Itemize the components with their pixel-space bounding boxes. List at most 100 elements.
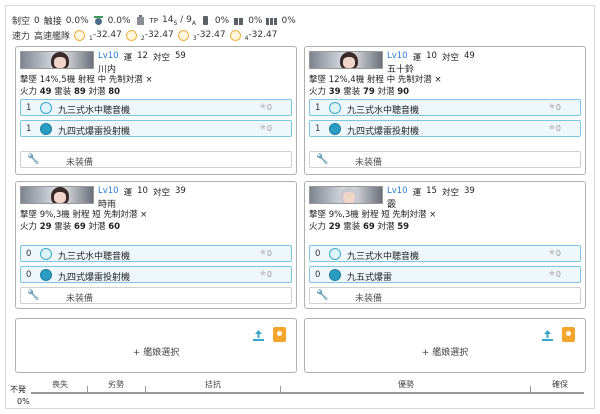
equip-name: 九四式爆雷投射機: [58, 273, 131, 283]
star-icon: ★: [258, 123, 267, 133]
cc-icon: [266, 18, 278, 25]
aa-label: 対空: [441, 53, 459, 63]
sonar-icon: [329, 248, 341, 260]
improvement-level: 0: [266, 270, 272, 279]
formation-2-icon: [125, 30, 137, 41]
aa-value: 39: [463, 186, 475, 196]
equip-slot-2[interactable]: 1 九四式爆雷投射機 ★ 0: [20, 120, 292, 137]
formation-2-value: 2-32.47: [140, 29, 174, 42]
equip-slot-1[interactable]: 1 九三式水中聴音機 ★ 0: [20, 99, 292, 116]
luck-value: 15: [426, 186, 437, 196]
drum-icon: [202, 16, 208, 25]
equip-name: 九四式爆雷投射機: [347, 127, 420, 137]
ship-banner-4: [309, 186, 383, 204]
tp-label: TP: [149, 16, 159, 25]
formation-3-icon: [177, 30, 189, 41]
star-icon: ★: [258, 102, 267, 112]
ship-detail-line: 撃墜 12%,4機 射程 中 先制対潜 ×: [309, 75, 442, 85]
select-ship-label: + 艦娘選択: [421, 348, 469, 358]
equip-name: 九三式水中聴音機: [58, 252, 131, 262]
daihatsu-value: 0%: [248, 15, 263, 26]
empty-slot[interactable]: 🔧 未装備: [309, 287, 581, 304]
slot-count: 1: [315, 103, 321, 113]
upload-icon[interactable]: [541, 329, 554, 342]
lock-icon[interactable]: [562, 327, 575, 342]
daihatsu-icon: [234, 18, 244, 25]
empty-slot-label: 未装備: [66, 158, 94, 168]
shokusetsu-label: 触接: [43, 17, 62, 27]
aa-label: 対空: [152, 188, 170, 198]
ship-card-3[interactable]: Lv10 運 10 対空 39 時雨 撃墜 9%,3機 射程 短 先制対潜 × …: [15, 181, 297, 309]
aa-label: 対空: [152, 53, 170, 63]
depth-charge-icon: [40, 269, 52, 281]
slot-count: 0: [26, 249, 32, 259]
formation-1-icon: [74, 30, 86, 41]
equip-name: 九三式水中聴音機: [58, 106, 131, 116]
formation-4-icon: [229, 30, 241, 41]
empty-slot-label: 未装備: [66, 294, 94, 304]
slot-count: 0: [26, 270, 32, 280]
formation-3-value: 3-32.47: [192, 29, 226, 42]
equip-name: 九三式水中聴音機: [347, 252, 420, 262]
empty-slot-label: 未装備: [355, 158, 383, 168]
sonar-icon: [329, 102, 341, 114]
equip-slot-2[interactable]: 0 九四式爆雷投射機 ★ 0: [20, 266, 292, 283]
bar-tick: [530, 386, 531, 393]
luck-label: 運: [123, 53, 133, 63]
ase-value: 0.0%: [107, 15, 131, 26]
seiku-label: 制空: [12, 17, 31, 27]
upload-icon[interactable]: [252, 329, 265, 342]
equip-slot-1[interactable]: 0 九三式水中聴音機 ★ 0: [20, 245, 292, 262]
sonar-icon: [40, 248, 52, 260]
equip-slot-1[interactable]: 0 九三式水中聴音機 ★ 0: [309, 245, 581, 262]
equip-name: 九四式爆雷投射機: [58, 127, 131, 137]
empty-slot[interactable]: 🔧 未装備: [309, 151, 581, 168]
sonar-icon: [40, 102, 52, 114]
luck-label: 運: [412, 188, 422, 198]
speed-value: 高速艦隊: [34, 32, 71, 42]
equip-slot-1[interactable]: 1 九三式水中聴音機 ★ 0: [309, 99, 581, 116]
wrench-icon: 🔧: [27, 154, 40, 165]
improvement-level: 0: [555, 249, 561, 258]
formation-4-value: 4-32.47: [244, 29, 278, 42]
star-icon: ★: [258, 248, 267, 258]
bar-tick: [145, 386, 146, 393]
slot-count: 1: [26, 124, 32, 134]
empty-slot[interactable]: 🔧 未装備: [20, 151, 292, 168]
formation-1-value: 1-32.47: [89, 29, 122, 42]
ship-card-1[interactable]: Lv10 運 12 対空 59 川内 撃墜 14%,5機 射程 中 先制対潜 ×…: [15, 46, 297, 175]
fail-value: 0%: [17, 397, 30, 406]
select-ship-label: + 艦娘選択: [132, 348, 180, 358]
wrench-icon: 🔧: [316, 154, 329, 165]
ship-firepower-line: 火力 29 雷装 69 対潜 60: [20, 222, 121, 232]
segment-label: 拮抗: [205, 380, 221, 389]
ship-card-2[interactable]: Lv10 運 10 対空 49 五十鈴 撃墜 12%,4機 射程 中 先制対潜 …: [304, 46, 586, 175]
improvement-level: 0: [266, 103, 272, 112]
ship-detail-line: 撃墜 9%,3機 射程 短 先制対潜 ×: [20, 210, 148, 220]
ship-stats-row: Lv10 運 15 対空 39: [387, 186, 475, 198]
fail-label: 不発: [10, 385, 26, 394]
equip-slot-2[interactable]: 0 九五式爆雷 ★ 0: [309, 266, 581, 283]
ship-firepower-line: 火力 29 雷装 69 対潜 59: [309, 222, 410, 232]
star-icon: ★: [547, 269, 556, 279]
air-state-bar: [31, 392, 584, 395]
star-icon: ★: [547, 123, 556, 133]
seiku-value: 0: [34, 15, 40, 26]
aa-label: 対空: [441, 188, 459, 198]
ship-detail-line: 撃墜 9%,3機 射程 短 先制対潜 ×: [309, 210, 437, 220]
star-icon: ★: [258, 269, 267, 279]
ship-detail-line: 撃墜 14%,5機 射程 中 先制対潜 ×: [20, 75, 153, 85]
empty-slot[interactable]: 🔧 未装備: [20, 287, 292, 304]
ase-icon: [93, 16, 103, 25]
lock-icon[interactable]: [273, 327, 286, 342]
segment-label: 確保: [552, 380, 568, 389]
aa-value: 49: [463, 51, 475, 61]
ship-card-4[interactable]: Lv10 運 15 対空 39 霰 撃墜 9%,3機 射程 短 先制対潜 × 火…: [304, 181, 586, 309]
stats-row-2: 速力 高速艦隊 1-32.47 2-32.47 3-32.47 4-32.47: [12, 29, 277, 42]
add-ship-slot-6[interactable]: + 艦娘選択: [304, 318, 586, 373]
depth-charge-icon: [329, 123, 341, 135]
drum-value: 0%: [214, 15, 230, 26]
wrench-icon: 🔧: [316, 290, 329, 301]
add-ship-slot-5[interactable]: + 艦娘選択: [15, 318, 297, 373]
equip-slot-2[interactable]: 1 九四式爆雷投射機 ★ 0: [309, 120, 581, 137]
